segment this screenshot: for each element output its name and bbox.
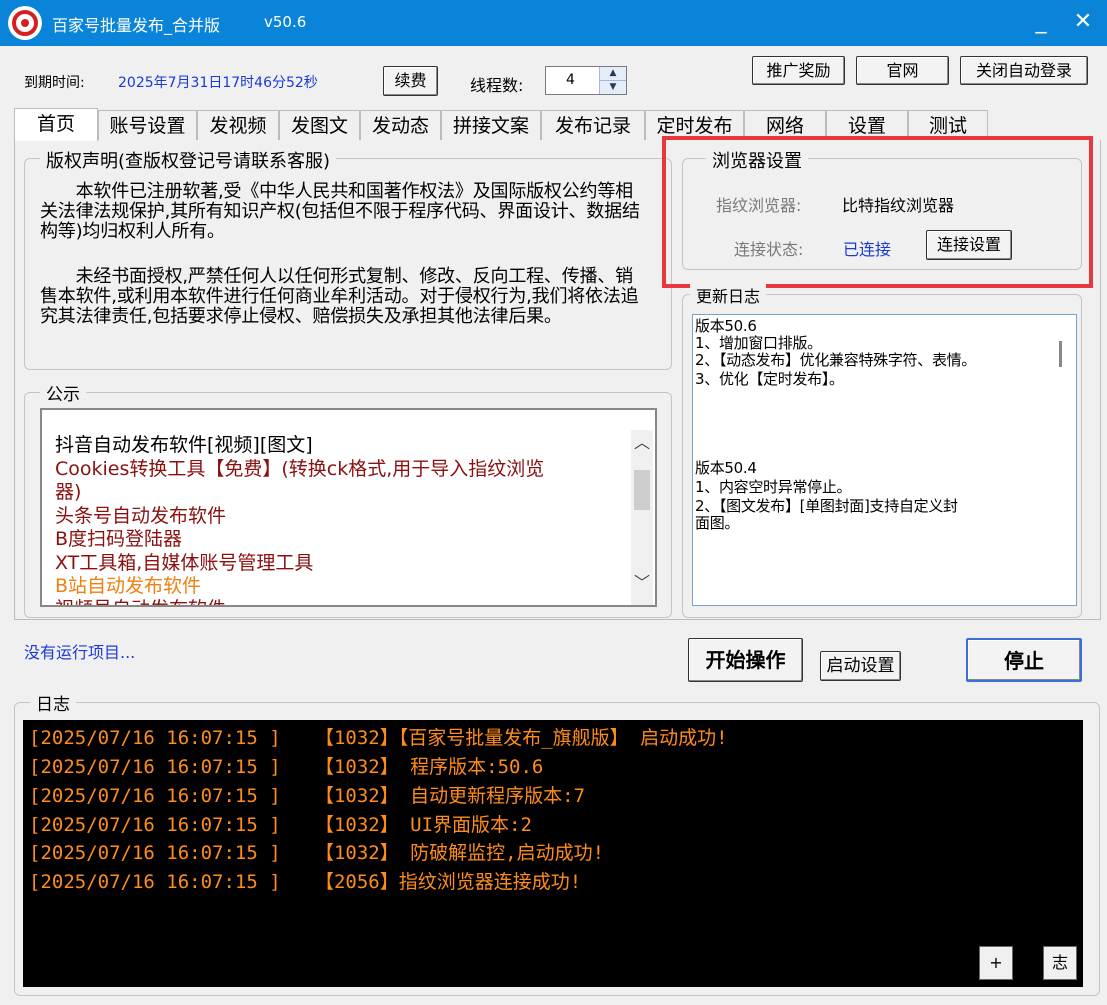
- scroll-down-icon[interactable]: ﹀: [631, 572, 653, 594]
- log-line: [2025/07/16 16:07:15 ] 【1032】 程序版本:50.6: [29, 756, 544, 778]
- log-line: [2025/07/16 16:07:15 ] 【2056】指纹浏览器连接成功!: [29, 871, 582, 893]
- tab-account-settings[interactable]: 账号设置: [98, 110, 197, 140]
- tab-join-copy[interactable]: 拼接文案: [441, 110, 541, 140]
- close-button[interactable]: ✕: [1068, 6, 1098, 38]
- title-bar: 百家号批量发布_合并版 v50.6 _ ✕: [0, 0, 1107, 46]
- changelog-line: 2、【动态发布】优化兼容特殊字符、表情。: [695, 351, 977, 369]
- log-title: 日志: [30, 690, 76, 715]
- start-button[interactable]: 开始操作: [688, 638, 803, 682]
- copyright-title: 版权声明(查版权登记号请联系客服): [40, 147, 337, 173]
- scroll-thumb[interactable]: [634, 470, 650, 510]
- highlight-box: [662, 136, 1093, 288]
- changelog-textbox[interactable]: 版本50.6 1、增加窗口排版。 2、【动态发布】优化兼容特殊字符、表情。 3、…: [692, 314, 1077, 606]
- window-version: v50.6: [264, 13, 307, 31]
- notice-list[interactable]: 抖音自动发布软件[视频][图文] Cookies转换工具【免费】(转换ck格式,…: [40, 408, 657, 607]
- tab-post-video[interactable]: 发视频: [197, 110, 279, 140]
- disable-autologin-button[interactable]: 关闭自动登录: [960, 56, 1088, 85]
- tab-home[interactable]: 首页: [14, 108, 98, 141]
- log-console[interactable]: [2025/07/16 16:07:15 ] 【1032】【百家号批量发布_旗舰…: [23, 720, 1083, 987]
- minimize-button[interactable]: _: [1026, 6, 1056, 38]
- expand-log-button[interactable]: +: [979, 946, 1013, 980]
- notice-scrollbar[interactable]: ︿ ﹀: [631, 430, 653, 605]
- notice-item-douyin[interactable]: 抖音自动发布软件[视频][图文]: [55, 434, 313, 457]
- changelog-line: 3、优化【定时发布】。: [695, 370, 844, 388]
- startup-settings-button[interactable]: 启动设置: [820, 651, 901, 681]
- notice-item-shipinhao[interactable]: 视频号自动发布软件: [55, 598, 226, 605]
- changelog-title: 更新日志: [690, 283, 767, 307]
- run-status-text: 没有运行项目...: [24, 643, 136, 662]
- notice-item-cookies[interactable]: Cookies转换工具【免费】(转换ck格式,用于导入指纹浏览: [55, 458, 544, 481]
- log-line: [2025/07/16 16:07:15 ] 【1032】 自动更新程序版本:7: [29, 785, 586, 807]
- stop-button[interactable]: 停止: [966, 638, 1082, 682]
- changelog-line: 版本50.4: [695, 459, 757, 477]
- expiry-value: 2025年7月31日17时46分52秒: [118, 75, 318, 91]
- threads-stepper[interactable]: 4 ▲ ▼: [545, 66, 627, 95]
- stepper-down-icon[interactable]: ▼: [599, 81, 626, 94]
- notice-title: 公示: [40, 380, 86, 405]
- changelog-line: 面图。: [695, 514, 740, 532]
- log-file-button[interactable]: 志: [1043, 946, 1077, 980]
- stepper-up-icon[interactable]: ▲: [599, 67, 626, 81]
- threads-value: 4: [566, 72, 575, 88]
- log-line: [2025/07/16 16:07:15 ] 【1032】 UI界面版本:2: [29, 814, 532, 836]
- notice-item-bdu[interactable]: B度扫码登陆器: [55, 528, 182, 551]
- changelog-line: 1、增加窗口排版。: [695, 334, 822, 352]
- changelog-line: 版本50.6: [695, 317, 757, 335]
- changelog-scroll-indicator[interactable]: [1059, 341, 1062, 367]
- expiry-label: 到期时间:: [24, 75, 85, 91]
- window-title: 百家号批量发布_合并版: [52, 16, 221, 35]
- promo-button[interactable]: 推广奖励: [752, 56, 845, 85]
- official-site-button[interactable]: 官网: [856, 56, 949, 85]
- notice-item-toutiao[interactable]: 头条号自动发布软件: [55, 505, 226, 528]
- tab-post-image-text[interactable]: 发图文: [279, 110, 360, 140]
- copyright-paragraph-2: 未经书面授权,严禁任何人以任何形式复制、修改、反向工程、传播、销售本软件,或利用…: [40, 266, 639, 327]
- notice-item-bilibili[interactable]: B站自动发布软件: [55, 575, 201, 598]
- tab-publish-records[interactable]: 发布记录: [541, 110, 645, 140]
- log-line: [2025/07/16 16:07:15 ] 【1032】【百家号批量发布_旗舰…: [29, 727, 728, 749]
- app-logo-icon: [8, 6, 42, 40]
- threads-label: 线程数:: [470, 76, 524, 95]
- log-line: [2025/07/16 16:07:15 ] 【1032】 防破解监控,启动成功…: [29, 842, 605, 864]
- notice-item-xt-toolbox[interactable]: XT工具箱,自媒体账号管理工具: [55, 552, 313, 575]
- copyright-paragraph-1: 本软件已注册软著,受《中华人民共和国著作权法》及国际版权公约等相关法律法规保护,…: [40, 181, 640, 242]
- scroll-up-icon[interactable]: ︿: [631, 432, 653, 454]
- notice-item-cookies-cont[interactable]: 器): [55, 481, 81, 504]
- changelog-line: 2、【图文发布】[单图封面]支持自定义封: [695, 497, 958, 515]
- tab-post-moment[interactable]: 发动态: [360, 110, 441, 140]
- changelog-line: 1、内容空时异常停止。: [695, 478, 852, 496]
- renew-button[interactable]: 续费: [383, 66, 438, 96]
